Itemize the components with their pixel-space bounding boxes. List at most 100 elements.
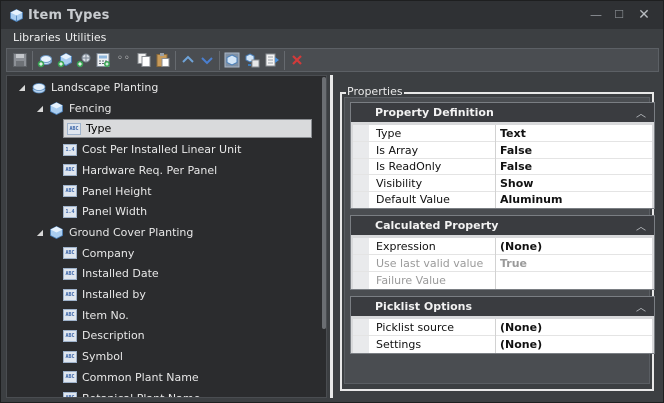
tree-node-label: Installed by bbox=[82, 288, 146, 301]
tree-library-node[interactable]: ◢ Landscape Planting bbox=[17, 78, 158, 97]
maximize-button[interactable]: ☐ bbox=[606, 6, 632, 24]
tree-property-node[interactable]: 1.4 Cost Per Installed Linear Unit bbox=[63, 140, 241, 159]
property-row-visibility[interactable]: Visibility Show bbox=[353, 175, 652, 192]
tree-scrollbar-thumb[interactable] bbox=[322, 77, 326, 329]
tree-property-node[interactable]: 1.4 Panel Width bbox=[63, 202, 147, 221]
column-divider bbox=[495, 238, 496, 255]
group-property-definition: Property Definition ︿ Type Text Is Array… bbox=[350, 102, 655, 209]
property-row-settings[interactable]: Settings (None) bbox=[353, 336, 652, 353]
tree-property-node[interactable]: ABC Type bbox=[63, 119, 312, 139]
add-item-type-icon[interactable] bbox=[57, 52, 73, 68]
property-row-expression[interactable]: Expression (None) bbox=[353, 238, 652, 255]
property-name: Type bbox=[376, 127, 402, 140]
window-title: Item Types bbox=[28, 8, 110, 23]
property-name: Is Array bbox=[376, 144, 419, 157]
text-property-icon: ABC bbox=[63, 185, 77, 197]
text-property-icon: ABC bbox=[63, 329, 77, 342]
property-name: Failure Value bbox=[376, 274, 446, 287]
save-icon[interactable] bbox=[12, 52, 28, 68]
paste-icon[interactable] bbox=[155, 52, 171, 68]
property-name: Settings bbox=[376, 338, 422, 351]
group-calculated-property: Calculated Property ︿ Expression (None) … bbox=[350, 215, 655, 290]
collapse-icon[interactable]: ︿ bbox=[636, 105, 646, 120]
property-value[interactable]: Show bbox=[500, 177, 533, 190]
menu-libraries[interactable]: Libraries bbox=[13, 31, 61, 44]
property-value[interactable]: (None) bbox=[500, 338, 542, 351]
add-library-icon[interactable] bbox=[37, 52, 53, 68]
group-header[interactable]: Calculated Property ︿ bbox=[351, 216, 654, 235]
tree-node-label: Type bbox=[86, 122, 112, 136]
column-divider bbox=[495, 191, 496, 208]
add-property-icon[interactable] bbox=[76, 52, 92, 68]
tree-node-label: Botanical Plant Name bbox=[82, 391, 201, 398]
expand-arrow-icon[interactable]: ◢ bbox=[17, 83, 27, 92]
group-header[interactable]: Picklist Options ︿ bbox=[351, 297, 654, 316]
property-row-picklist-source[interactable]: Picklist source (None) bbox=[353, 319, 652, 336]
property-name: Default Value bbox=[376, 193, 450, 206]
property-row-default-value[interactable]: Default Value Aluminum bbox=[353, 191, 652, 208]
tree-property-node[interactable]: ABC Installed by bbox=[63, 285, 146, 304]
tree-node-label: Description bbox=[82, 329, 145, 343]
property-value[interactable]: False bbox=[500, 160, 532, 173]
collapse-icon[interactable]: ︿ bbox=[636, 218, 646, 233]
toolbar-separator bbox=[219, 51, 220, 70]
tree-scrollbar[interactable] bbox=[321, 76, 326, 397]
text-property-icon: ABC bbox=[63, 267, 77, 280]
property-row-type[interactable]: Type Text bbox=[353, 125, 652, 142]
tree-item-type-node[interactable]: ◢ Fencing bbox=[35, 99, 112, 118]
tree-property-node[interactable]: ABC Botanical Plant Name bbox=[63, 389, 201, 398]
properties-panel: Properties Property Definition ︿ Type Te… bbox=[336, 75, 658, 398]
close-button[interactable]: ✕ bbox=[631, 6, 657, 24]
menu-utilities[interactable]: Utilities bbox=[65, 31, 106, 44]
column-divider bbox=[495, 125, 496, 142]
add-calculated-icon[interactable] bbox=[95, 52, 111, 68]
property-value[interactable]: Text bbox=[500, 127, 526, 140]
expand-arrow-icon[interactable]: ◢ bbox=[35, 228, 45, 237]
copy-icon[interactable] bbox=[136, 52, 152, 68]
export-icon[interactable] bbox=[244, 52, 260, 68]
group-picklist-options: Picklist Options ︿ Picklist source (None… bbox=[350, 296, 655, 354]
tree-item-type-node[interactable]: ◢ Ground Cover Planting bbox=[35, 223, 193, 242]
tree-node-label: Ground Cover Planting bbox=[69, 225, 194, 239]
tree-node-label: Panel Height bbox=[82, 184, 152, 198]
property-row-is-array[interactable]: Is Array False bbox=[353, 142, 652, 159]
tree-node-label: Fencing bbox=[69, 101, 112, 115]
column-divider bbox=[495, 175, 496, 192]
property-value[interactable]: (None) bbox=[500, 321, 542, 334]
expand-arrow-icon[interactable]: ◢ bbox=[35, 104, 45, 113]
tree-property-node[interactable]: ABC Panel Height bbox=[63, 182, 152, 201]
import-icon[interactable] bbox=[224, 52, 240, 68]
property-name: Picklist source bbox=[376, 321, 455, 334]
property-row-is-readonly[interactable]: Is ReadOnly False bbox=[353, 158, 652, 175]
ellipsis-icon[interactable]: ◦◦ bbox=[117, 53, 133, 69]
item-type-tree[interactable]: ◢ Landscape Planting ◢ Fencing ABC Type 1.4 Cos… bbox=[6, 75, 327, 398]
move-down-icon[interactable] bbox=[199, 52, 215, 68]
item-type-icon bbox=[50, 102, 64, 116]
move-up-icon[interactable] bbox=[180, 52, 196, 68]
group-header[interactable]: Property Definition ︿ bbox=[351, 103, 654, 122]
collapse-icon[interactable]: ︿ bbox=[636, 299, 646, 314]
delete-icon[interactable] bbox=[289, 52, 305, 68]
tree-property-node[interactable]: ABC Hardware Req. Per Panel bbox=[63, 161, 217, 180]
export-excel-icon[interactable] bbox=[264, 52, 280, 68]
column-divider bbox=[495, 255, 496, 272]
column-divider bbox=[495, 158, 496, 175]
tree-property-node[interactable]: ABC Common Plant Name bbox=[63, 368, 199, 387]
tree-property-node[interactable]: ABC Company bbox=[63, 244, 134, 263]
property-rows: Expression (None) Use last valid value T… bbox=[353, 238, 652, 289]
tree-property-node[interactable]: ABC Description bbox=[63, 326, 145, 345]
column-divider bbox=[495, 336, 496, 353]
property-value[interactable]: Aluminum bbox=[500, 193, 562, 206]
tree-property-node[interactable]: ABC Item No. bbox=[63, 306, 129, 325]
property-value[interactable]: (None) bbox=[500, 240, 542, 253]
tree-node-label: Panel Width bbox=[82, 205, 148, 219]
tree-property-node[interactable]: ABC Symbol bbox=[63, 347, 123, 366]
tree-node-label: Landscape Planting bbox=[51, 81, 159, 94]
item-type-icon bbox=[50, 226, 64, 240]
tree-node-label: Hardware Req. Per Panel bbox=[82, 163, 218, 177]
toolbar: ◦◦ bbox=[6, 48, 659, 72]
tree-property-node[interactable]: ABC Installed Date bbox=[63, 264, 159, 283]
property-value[interactable]: False bbox=[500, 144, 532, 157]
text-property-icon: ABC bbox=[63, 371, 77, 384]
panel-splitter[interactable] bbox=[330, 75, 333, 398]
